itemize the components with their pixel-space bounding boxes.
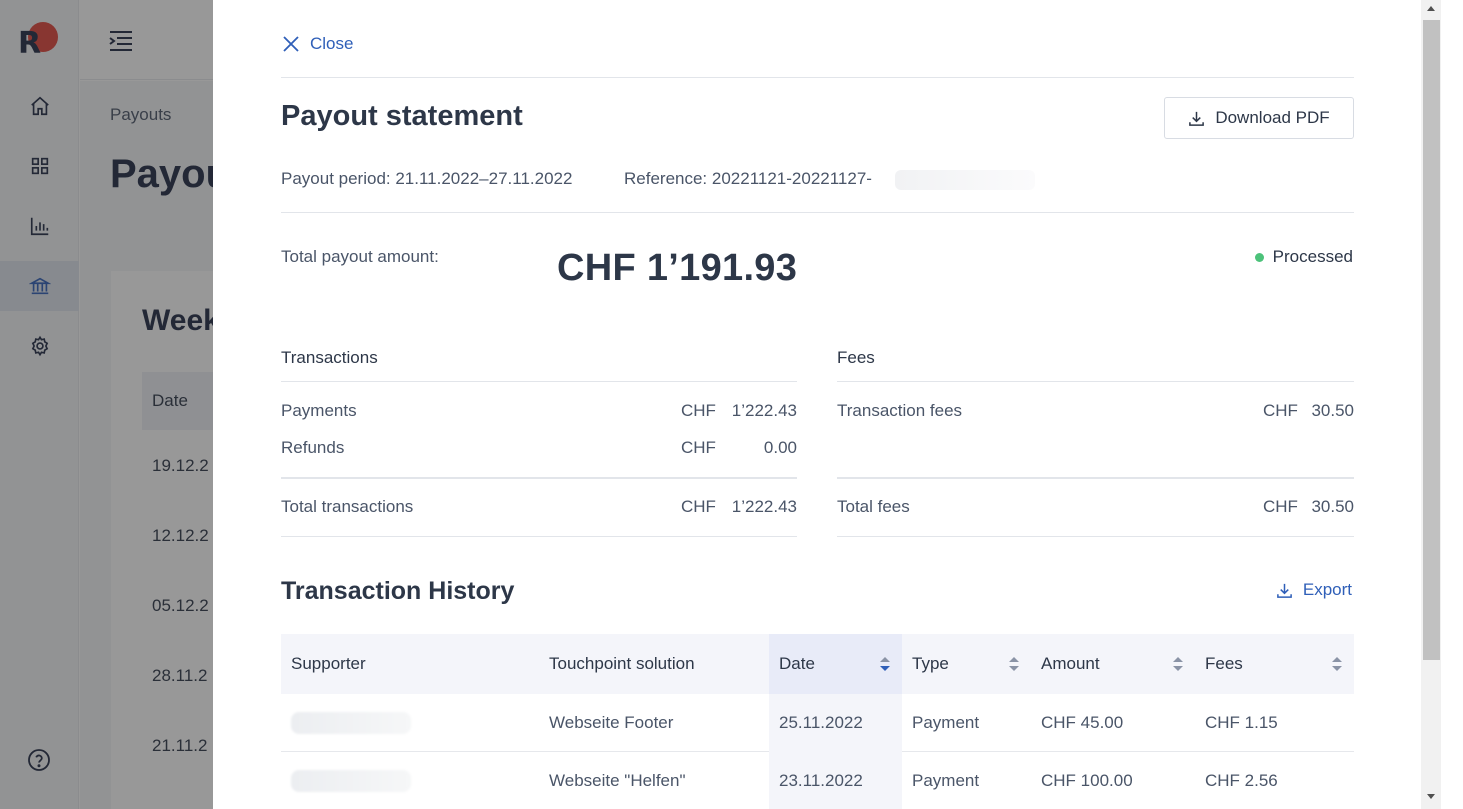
payments-value: 1’222.43 bbox=[731, 401, 797, 420]
fees-heading: Fees bbox=[837, 348, 875, 367]
column-label: Touchpoint solution bbox=[549, 654, 695, 673]
fees-cell: CHF 2.56 bbox=[1205, 771, 1278, 790]
divider bbox=[837, 381, 1354, 382]
column-header-supporter[interactable]: Supporter bbox=[281, 634, 539, 694]
total-fees-value: 30.50 bbox=[1311, 497, 1354, 516]
transaction-fees-label: Transaction fees bbox=[837, 401, 963, 420]
payout-statement-drawer: Close Payout statement Download PDF Payo… bbox=[213, 0, 1421, 809]
refunds-value: 0.00 bbox=[763, 438, 797, 457]
column-label: Fees bbox=[1205, 654, 1243, 673]
divider bbox=[281, 536, 797, 537]
scrollbar-thumb[interactable] bbox=[1423, 20, 1440, 660]
divider bbox=[281, 477, 797, 479]
supporter-redacted bbox=[291, 770, 411, 792]
column-label: Type bbox=[912, 654, 949, 673]
column-label: Supporter bbox=[291, 654, 366, 673]
statement-title: Payout statement bbox=[281, 100, 523, 132]
payments-label: Payments bbox=[281, 401, 357, 420]
sort-icon bbox=[1332, 657, 1342, 671]
status-badge: Processed bbox=[1254, 247, 1353, 267]
download-pdf-label: Download PDF bbox=[1215, 108, 1330, 127]
export-label: Export bbox=[1302, 580, 1352, 599]
date-cell: 25.11.2022 bbox=[769, 694, 902, 752]
touchpoint-cell: Webseite Footer bbox=[549, 713, 674, 732]
column-header-amount[interactable]: Amount bbox=[1031, 634, 1195, 694]
status-label: Processed bbox=[1272, 247, 1353, 266]
payout-period: Payout period: 21.11.2022–27.11.2022 bbox=[281, 169, 573, 188]
divider bbox=[281, 381, 797, 382]
total-transactions-value: 1’222.43 bbox=[731, 497, 797, 516]
column-header-touchpoint[interactable]: Touchpoint solution bbox=[539, 634, 769, 694]
column-label: Amount bbox=[1041, 654, 1100, 673]
divider bbox=[281, 212, 1354, 213]
download-icon bbox=[1276, 583, 1292, 598]
supporter-cell bbox=[281, 694, 539, 752]
column-header-fees[interactable]: Fees bbox=[1195, 634, 1354, 694]
scroll-up-icon[interactable] bbox=[1427, 6, 1435, 11]
total-fees-label: Total fees bbox=[837, 497, 910, 516]
amount-cell: CHF 45.00 bbox=[1041, 713, 1124, 732]
type-cell: Payment bbox=[912, 713, 980, 732]
close-button[interactable]: Close bbox=[281, 34, 353, 54]
refunds-label: Refunds bbox=[281, 438, 345, 457]
export-button[interactable]: Export bbox=[1276, 580, 1352, 600]
total-payout-label: Total payout amount: bbox=[281, 247, 439, 266]
scrollbar-gutter bbox=[1441, 0, 1463, 809]
total-transactions-label: Total transactions bbox=[281, 497, 414, 516]
divider bbox=[837, 477, 1354, 479]
table-row[interactable]: Webseite "Helfen" 23.11.2022 Payment CHF… bbox=[281, 752, 1354, 809]
column-header-type[interactable]: Type bbox=[902, 634, 1031, 694]
download-icon bbox=[1189, 111, 1205, 126]
total-payout-amount: CHF 1’191.93 bbox=[557, 247, 798, 289]
status-dot bbox=[1254, 252, 1264, 262]
scroll-down-icon[interactable] bbox=[1427, 794, 1435, 799]
transaction-history-title: Transaction History bbox=[281, 577, 515, 605]
supporter-cell bbox=[281, 752, 539, 809]
type-cell: Payment bbox=[912, 771, 980, 790]
touchpoint-cell: Webseite "Helfen" bbox=[549, 771, 686, 790]
transaction-fees-value: 30.50 bbox=[1311, 401, 1354, 420]
divider bbox=[837, 536, 1354, 537]
date-cell: 23.11.2022 bbox=[769, 752, 902, 809]
amount-cell: CHF 100.00 bbox=[1041, 771, 1133, 790]
close-label: Close bbox=[310, 34, 354, 53]
column-label: Date bbox=[779, 654, 815, 673]
sort-desc-icon bbox=[880, 657, 890, 671]
table-row[interactable]: Webseite Footer 25.11.2022 Payment CHF 4… bbox=[281, 694, 1354, 752]
divider bbox=[281, 77, 1354, 78]
close-icon bbox=[283, 36, 299, 52]
sort-icon bbox=[1173, 657, 1183, 671]
reference: Reference: 20221121-20221127- bbox=[624, 169, 872, 188]
reference-redacted bbox=[895, 170, 1035, 190]
column-header-date[interactable]: Date bbox=[769, 634, 902, 694]
transactions-heading: Transactions bbox=[281, 348, 378, 367]
fees-cell: CHF 1.15 bbox=[1205, 713, 1278, 732]
supporter-redacted bbox=[291, 712, 411, 734]
download-pdf-button[interactable]: Download PDF bbox=[1164, 97, 1354, 139]
sort-icon bbox=[1009, 657, 1019, 671]
